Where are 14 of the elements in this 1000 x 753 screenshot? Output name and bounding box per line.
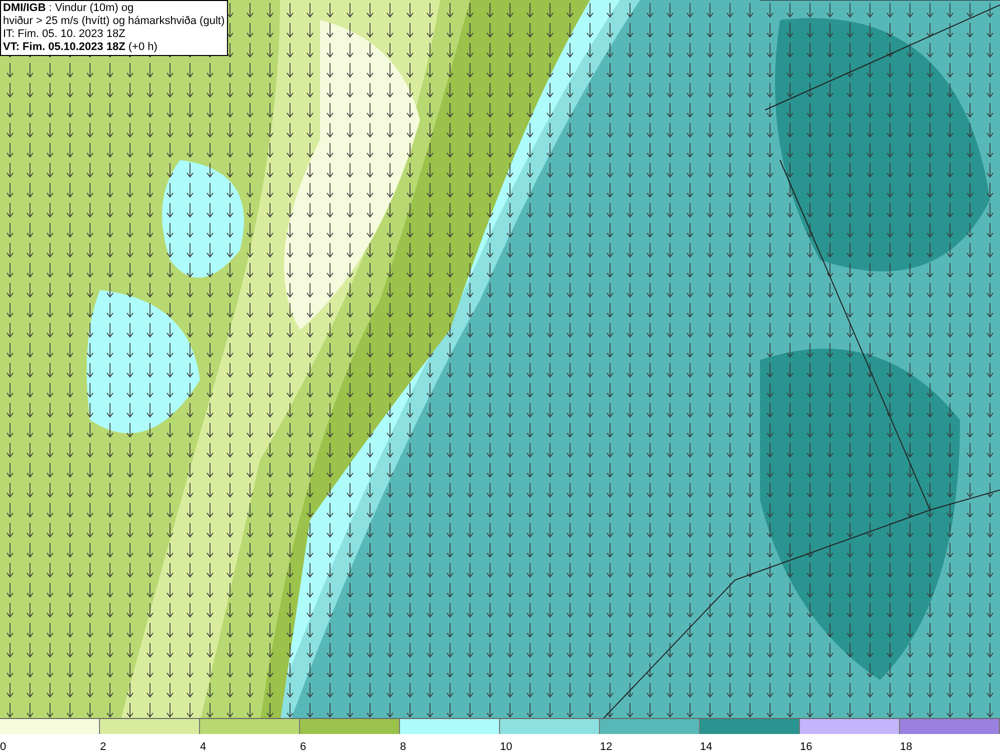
title-line: IT: Fim. 05. 10. 2023 18Z <box>3 28 126 41</box>
legend-label: 14 <box>700 741 712 753</box>
legend-label: 2 <box>100 741 106 753</box>
legend-label: 16 <box>800 741 812 753</box>
legend-label: 0 <box>0 741 6 753</box>
title-line: VT: Fim. 05.10.2023 18Z (+0 h) <box>3 41 158 54</box>
legend-label: 12 <box>600 741 612 753</box>
legend-label: 4 <box>200 741 206 753</box>
legend-label: 10 <box>500 741 512 753</box>
legend-label: 8 <box>400 741 406 753</box>
legend-label: 18 <box>900 741 912 753</box>
title-line: hviður > 25 m/s (hvítt) og hámarkshviða (gult) <box>3 15 225 28</box>
title-line: DMI/IGB : Vindur (10m) og <box>3 2 135 15</box>
legend-label: 6 <box>300 741 306 753</box>
